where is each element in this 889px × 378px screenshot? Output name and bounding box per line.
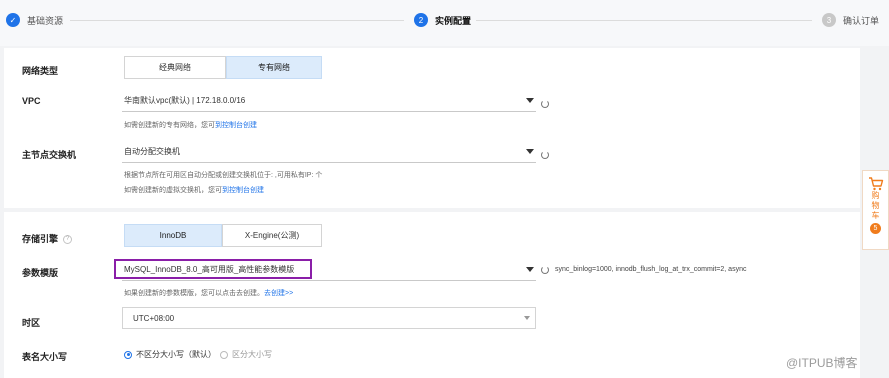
timezone-value: UTC+08:00	[133, 313, 175, 323]
check-icon: ✓	[6, 13, 20, 27]
cart-icon	[868, 177, 883, 191]
radio-case-sensitive[interactable]: 区分大小写	[220, 349, 272, 360]
vswitch-hint-2: 如需创建新的虚拟交换机，您可到控制台创建	[124, 185, 264, 195]
chevron-down-icon[interactable]	[526, 98, 534, 103]
watermark: @ITPUB博客	[786, 356, 858, 370]
network-option-vpc[interactable]: 专有网络	[226, 56, 322, 79]
chevron-down-icon[interactable]	[524, 316, 530, 320]
engine-option-innodb[interactable]: InnoDB	[124, 224, 222, 247]
engine-label: 存储引擎?	[22, 232, 73, 245]
chevron-down-icon[interactable]	[526, 267, 534, 272]
radio-selected-icon[interactable]	[124, 350, 132, 359]
param-create-link[interactable]: 去创建>>	[264, 290, 293, 297]
vswitch-label: 主节点交换机	[22, 150, 77, 160]
param-values-text: sync_binlog=1000, innodb_flush_log_at_tr…	[555, 266, 747, 273]
help-icon[interactable]: ?	[63, 235, 73, 245]
steps-bar: ✓ 基础资源 2 实例配置 3 确认订单	[0, 0, 889, 46]
cart-char: 购	[871, 191, 880, 200]
highlight-box	[114, 259, 312, 279]
param-template-hint: 如果创建新的参数模版，您可以点击去创建。去创建>>	[124, 288, 293, 298]
refresh-icon[interactable]	[541, 100, 549, 108]
step-connector	[476, 20, 812, 21]
vpc-create-link[interactable]: 到控制台创建	[215, 122, 257, 129]
refresh-icon[interactable]	[541, 151, 549, 159]
step-label: 实例配置	[435, 15, 472, 26]
vpc-select-value: 华南默认vpc(默认) | 172.18.0.0/16	[124, 96, 246, 105]
step-number: 2	[414, 13, 428, 27]
cart-label: 购 物 车	[872, 191, 880, 221]
shopping-cart-widget[interactable]: 购 物 车 5	[862, 170, 889, 250]
vpc-hint-text: 如需创建新的专有网络，您可	[124, 122, 215, 129]
network-panel: 网络类型 经典网络 专有网络 VPC 华南默认vpc(默认) | 172.18.…	[4, 48, 860, 208]
instance-panel: 存储引擎? InnoDB X-Engine(公测) 参数模版 MySQL_Inn…	[4, 212, 860, 378]
radio-unselected-icon[interactable]	[220, 350, 228, 359]
cart-char: 物	[871, 201, 880, 210]
refresh-icon[interactable]	[541, 266, 549, 274]
vswitch-hint-text: 如需创建新的虚拟交换机，您可	[124, 187, 222, 194]
table-case-label: 表名大小写	[22, 352, 68, 362]
param-template-label: 参数模版	[22, 268, 59, 278]
timezone-select[interactable]: UTC+08:00	[122, 307, 536, 329]
step-instance-config: 2 实例配置	[414, 13, 471, 27]
engine-option-xengine[interactable]: X-Engine(公测)	[222, 224, 322, 247]
radio-label: 不区分大小写（默认）	[136, 350, 216, 359]
vswitch-select-value: 自动分配交换机	[124, 147, 180, 156]
vswitch-hint: 根据节点所在可用区自动分配或创建交换机位于: ,可用私有IP: 个	[124, 172, 323, 179]
vswitch-select[interactable]: 自动分配交换机	[122, 141, 536, 163]
engine-label-text: 存储引擎	[22, 234, 59, 244]
step-connector	[70, 20, 404, 21]
cart-char: 车	[871, 211, 880, 220]
chevron-down-icon[interactable]	[526, 149, 534, 154]
param-hint-text: 如果创建新的参数模版，您可以点击去创建。	[124, 290, 264, 297]
network-type-label: 网络类型	[22, 66, 59, 76]
step-number: 3	[822, 13, 836, 27]
step-confirm-order: 3 确认订单	[822, 13, 879, 27]
vswitch-create-link[interactable]: 到控制台创建	[222, 187, 264, 194]
step-label: 确认订单	[843, 15, 880, 26]
vpc-select[interactable]: 华南默认vpc(默认) | 172.18.0.0/16	[122, 90, 536, 112]
radio-label: 区分大小写	[232, 350, 272, 359]
timezone-label: 时区	[22, 318, 41, 328]
network-option-classic[interactable]: 经典网络	[124, 56, 226, 79]
step-label: 基础资源	[27, 15, 64, 26]
radio-case-insensitive[interactable]: 不区分大小写（默认）	[124, 349, 216, 360]
vpc-hint: 如需创建新的专有网络，您可到控制台创建	[124, 120, 257, 130]
step-basic-resources: ✓ 基础资源	[6, 13, 63, 27]
cart-count-badge: 5	[870, 223, 881, 234]
vpc-label: VPC	[22, 96, 41, 106]
